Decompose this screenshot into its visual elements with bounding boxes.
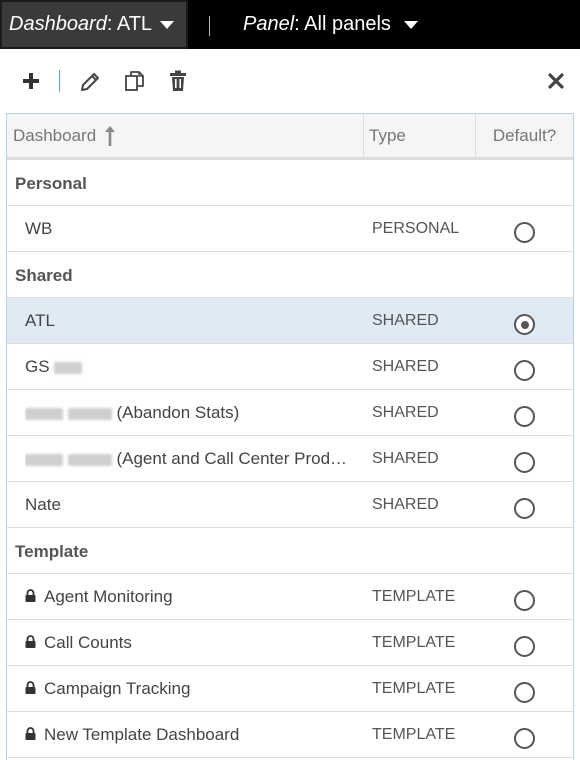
plus-icon[interactable] — [17, 67, 45, 95]
column-header-label: Default? — [492, 125, 557, 145]
default-radio[interactable] — [514, 222, 535, 243]
panel-selector-label: Panel: All panels — [243, 13, 391, 35]
dashboard-name: WB — [25, 219, 53, 238]
panel-selector[interactable]: Panel: All panels — [243, 0, 418, 49]
default-radio[interactable] — [514, 498, 535, 519]
default-radio[interactable] — [514, 314, 535, 335]
sort-ascending-icon[interactable] — [104, 125, 116, 147]
table-row[interactable]: New Template Dashboard TEMPLATE — [7, 712, 573, 758]
lock-icon — [25, 620, 36, 665]
table-row[interactable]: Nate SHARED — [7, 482, 573, 528]
redacted-text — [67, 407, 112, 420]
default-radio[interactable] — [514, 682, 535, 703]
table-row[interactable]: Campaign Tracking TEMPLATE — [7, 666, 573, 712]
dashboard-name-text: (Abandon Stats) — [116, 403, 240, 422]
table-row[interactable]: Call Counts TEMPLATE — [7, 620, 573, 666]
group-row-personal: Personal — [7, 160, 573, 206]
toolbar — [0, 49, 580, 113]
dashboard-name: (Agent and Call Center Produ… — [25, 436, 355, 481]
column-header-label: Dashboard — [13, 125, 97, 145]
column-header-label: Type — [369, 125, 406, 145]
table-row[interactable]: (Agent and Call Center Produ… SHARED — [7, 436, 573, 482]
group-label: Template — [15, 542, 89, 561]
dashboard-name-text: Agent Monitoring — [44, 587, 173, 606]
dashboard-name: New Template Dashboard — [25, 712, 355, 757]
table-row[interactable]: Agent Monitoring TEMPLATE — [7, 574, 573, 620]
redacted-text — [25, 453, 63, 466]
dashboard-name: Campaign Tracking — [25, 666, 355, 711]
close-icon[interactable] — [542, 67, 570, 95]
dashboard-selector[interactable]: Dashboard: ATL — [0, 0, 188, 49]
redacted-text — [25, 407, 63, 420]
dashboard-name-text: (Agent and Call Center Produ… — [116, 449, 355, 468]
copy-icon[interactable] — [121, 67, 149, 95]
chevron-down-icon[interactable] — [403, 20, 418, 29]
trash-icon[interactable] — [164, 67, 192, 95]
dashboard-name: Agent Monitoring — [25, 574, 355, 619]
column-header-dashboard[interactable]: Dashboard — [7, 114, 364, 157]
lock-icon — [25, 574, 36, 619]
divider — [209, 16, 210, 36]
redacted-text — [54, 361, 83, 374]
default-radio[interactable] — [514, 452, 535, 473]
dashboard-type: TEMPLATE — [372, 680, 456, 697]
group-label: Shared — [15, 266, 73, 285]
dashboard-name: Call Counts — [25, 620, 355, 665]
dashboard-name: GS — [25, 344, 355, 389]
dashboard-name: (Abandon Stats) — [25, 390, 355, 435]
table-row-selected[interactable]: ATL SHARED — [7, 298, 573, 344]
toolbar-divider — [59, 70, 60, 92]
table-row[interactable]: (Abandon Stats) SHARED — [7, 390, 573, 436]
group-row-shared: Shared — [7, 252, 573, 298]
lock-icon — [25, 712, 36, 757]
dashboard-name: Nate — [25, 495, 61, 514]
table-row[interactable]: GS SHARED — [7, 344, 573, 390]
dashboard-type: TEMPLATE — [372, 588, 456, 605]
dashboard-type: SHARED — [372, 312, 439, 329]
group-label: Personal — [15, 174, 87, 193]
lock-icon — [25, 666, 36, 711]
default-radio[interactable] — [514, 590, 535, 611]
dashboard-type: PERSONAL — [372, 220, 460, 237]
default-radio[interactable] — [514, 406, 535, 427]
table-header: Dashboard Type Default? — [7, 114, 573, 160]
dashboard-selector-label: Dashboard: ATL — [9, 13, 153, 35]
default-radio[interactable] — [514, 636, 535, 657]
dashboard-type: SHARED — [372, 450, 439, 467]
group-row-template: Template — [7, 528, 573, 574]
dashboard-name-text: Campaign Tracking — [44, 679, 191, 698]
chevron-down-icon[interactable] — [152, 2, 182, 47]
dashboard-name-text: Call Counts — [44, 633, 132, 652]
dashboard-type: SHARED — [372, 358, 439, 375]
dashboards-table: Dashboard Type Default? Personal WB PERS… — [6, 113, 574, 760]
default-radio[interactable] — [514, 360, 535, 381]
dashboard-type: SHARED — [372, 404, 439, 421]
redacted-text — [67, 453, 112, 466]
table-row[interactable]: WB PERSONAL — [7, 206, 573, 252]
column-header-default[interactable]: Default? — [476, 114, 573, 157]
dashboard-type: TEMPLATE — [372, 634, 456, 651]
dashboard-name-text: GS — [25, 357, 50, 376]
dashboard-type: TEMPLATE — [372, 726, 456, 743]
dashboard-name: ATL — [25, 311, 55, 330]
column-header-type[interactable]: Type — [364, 114, 476, 157]
pencil-icon[interactable] — [77, 67, 105, 95]
dashboard-type: SHARED — [372, 496, 439, 513]
dashboard-name-text: New Template Dashboard — [44, 725, 240, 744]
default-radio[interactable] — [514, 728, 535, 749]
top-bar: Dashboard: ATL Panel: All panels — [0, 0, 580, 49]
